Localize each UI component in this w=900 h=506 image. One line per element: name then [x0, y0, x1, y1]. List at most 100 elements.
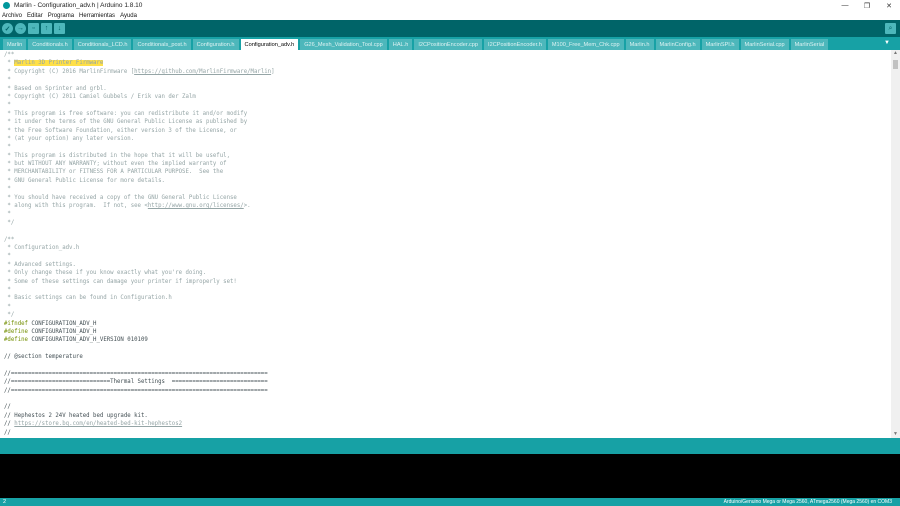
code-token: * This program is free software: you can…	[4, 110, 248, 117]
file-tabs: Marlin Conditionals.h Conditionals_LCD.h Co…	[0, 37, 900, 50]
code-line: //=============================Thermal S…	[4, 378, 891, 386]
tab-marlinserial-cpp[interactable]: MarlinSerial.cpp	[740, 39, 789, 50]
tab-configuration-h[interactable]: Configuration.h	[192, 39, 239, 50]
code-token: *	[4, 303, 11, 310]
scroll-thumb[interactable]	[893, 60, 898, 69]
code-line: * This program is distributed in the hop…	[4, 152, 891, 160]
tab-marlin[interactable]: Marlin	[3, 39, 27, 50]
code-link[interactable]: http://www.gnu.org/licenses/	[148, 203, 244, 209]
tab-conditionals-lcd-h[interactable]: Conditionals_LCD.h	[73, 39, 132, 50]
code-token: * Some of these settings can damage your…	[4, 278, 237, 285]
menu-herramientas[interactable]: Herramientas	[79, 13, 115, 19]
open-icon[interactable]: ↑	[41, 23, 52, 34]
tab-g26-mesh-validation-tool-cpp[interactable]: G26_Mesh_Validation_Tool.cpp	[300, 39, 387, 50]
code-line: //	[4, 403, 891, 411]
scroll-up-icon[interactable]: ▲	[892, 50, 899, 57]
code-token: * MERCHANTABILITY or FITNESS FOR A PARTI…	[4, 169, 224, 176]
code-token: * This program is distributed in the hop…	[4, 152, 230, 159]
code-line: * Based on Sprinter and grbl.	[4, 85, 891, 93]
code-link[interactable]: https://github.com/MarlinFirmware/Marlin	[134, 69, 271, 75]
code-token: >.	[243, 203, 251, 210]
code-line: * Configuration_adv.h	[4, 244, 891, 252]
code-token: *	[4, 77, 11, 84]
code-token: * You should have received a copy of the…	[4, 194, 237, 201]
code-link[interactable]: https://store.bq.com/en/heated-bed-kit-h…	[14, 421, 182, 427]
code-token: * Basic settings can be found in Configu…	[4, 295, 172, 302]
tab-m100-free-mem-chk-cpp[interactable]: M100_Free_Mem_Chk.cpp	[547, 39, 624, 50]
code-line: * This program is free software: you can…	[4, 110, 891, 118]
tab-i2cpositionencoder-cpp[interactable]: I2CPositionEncoder.cpp	[414, 39, 483, 50]
code-line: *	[4, 101, 891, 109]
close-button[interactable]: ✕	[878, 0, 900, 11]
code-token: */	[4, 219, 15, 226]
code-line: * Copyright (C) 2011 Camiel Gubbels / Er…	[4, 93, 891, 101]
tab-configuration-adv-h[interactable]: Configuration_adv.h	[240, 39, 299, 50]
title-bar: Marlin - Configuration_adv.h | Arduino 1…	[0, 0, 900, 11]
code-token: //	[4, 421, 15, 428]
code-token: * Only change these if you know exactly …	[4, 270, 207, 277]
upload-icon[interactable]: →	[15, 23, 26, 34]
code-token: //	[4, 404, 11, 411]
window-controls: — ❐ ✕	[834, 0, 900, 11]
code-token: */	[4, 312, 15, 319]
tab-marlin-h[interactable]: Marlin.h	[625, 39, 654, 50]
code-token: *	[4, 144, 11, 151]
code-line: * Copyright (C) 2016 MarlinFirmware [htt…	[4, 68, 891, 76]
code-token: *	[4, 186, 11, 193]
code-line: /**	[4, 236, 891, 244]
code-line: #define CONFIGURATION_ADV_H	[4, 328, 891, 336]
code-token: * but WITHOUT ANY WARRANTY; without even…	[4, 161, 227, 168]
code-line: *	[4, 185, 891, 193]
code-token: * Advanced settings.	[4, 261, 76, 268]
tab-marlinserial[interactable]: MarlinSerial	[790, 39, 829, 50]
code-token: Marlin 3D Printer Firmware	[14, 60, 104, 67]
code-line: *	[4, 303, 891, 311]
menu-programa[interactable]: Programa	[48, 13, 74, 19]
code-line: /**	[4, 51, 891, 59]
verify-icon[interactable]: ✓	[2, 23, 13, 34]
code-token: *	[4, 211, 11, 218]
serial-monitor-icon[interactable]: ⌕	[885, 23, 896, 34]
scroll-down-icon[interactable]: ▼	[892, 431, 899, 438]
code-token: CONFIGURATION_ADV_H	[27, 320, 97, 327]
tab-menu-chevron-down-icon[interactable]: ▼	[884, 40, 890, 46]
status-bar: 2 Arduino/Genuino Mega or Mega 2560, ATm…	[0, 498, 900, 506]
code-line: * Advanced settings.	[4, 261, 891, 269]
code-token: *	[4, 60, 15, 67]
board-info: Arduino/Genuino Mega or Mega 2560, ATmeg…	[723, 499, 892, 505]
code-token: /**	[4, 52, 15, 58]
new-icon[interactable]: ▫	[28, 23, 39, 34]
arduino-logo-icon	[3, 2, 10, 9]
tab-hal-h[interactable]: HAL.h	[388, 39, 413, 50]
maximize-button[interactable]: ❐	[856, 0, 878, 11]
console-output[interactable]	[0, 454, 900, 498]
code-text[interactable]: /** * Marlin 3D Printer Firmware * Copyr…	[0, 50, 891, 437]
tab-marlinspi-h[interactable]: MarlinSPI.h	[701, 39, 739, 50]
menu-archivo[interactable]: Archivo	[2, 13, 22, 19]
code-token: #define	[4, 328, 28, 335]
code-editor[interactable]: /** * Marlin 3D Printer Firmware * Copyr…	[0, 50, 891, 438]
code-token: //	[4, 429, 11, 436]
tab-i2cpositionencoder-h[interactable]: I2CPositionEncoder.h	[484, 39, 546, 50]
code-line: * You should have received a copy of the…	[4, 194, 891, 202]
tab-conditionals-post-h[interactable]: Conditionals_post.h	[133, 39, 191, 50]
menu-editar[interactable]: Editar	[27, 13, 43, 19]
menu-ayuda[interactable]: Ayuda	[120, 13, 137, 19]
vertical-scrollbar[interactable]: ▲ ▼	[891, 50, 900, 438]
code-token: *	[4, 286, 11, 293]
code-line: *	[4, 76, 891, 84]
code-token: /**	[4, 236, 15, 243]
code-line: * but WITHOUT ANY WARRANTY; without even…	[4, 160, 891, 168]
minimize-button[interactable]: —	[834, 0, 856, 11]
code-token: * Based on Sprinter and grbl.	[4, 85, 107, 92]
code-line: * (at your option) any later version.	[4, 135, 891, 143]
tab-conditionals-h[interactable]: Conditionals.h	[28, 39, 72, 50]
code-line: * Basic settings can be found in Configu…	[4, 294, 891, 302]
tab-marlinconfig-h[interactable]: MarlinConfig.h	[655, 39, 700, 50]
code-line: * Marlin 3D Printer Firmware	[4, 59, 891, 67]
code-token: * Copyright (C) 2011 Camiel Gubbels / Er…	[4, 93, 196, 100]
code-line: *	[4, 252, 891, 260]
save-icon[interactable]: ↓	[54, 23, 65, 34]
